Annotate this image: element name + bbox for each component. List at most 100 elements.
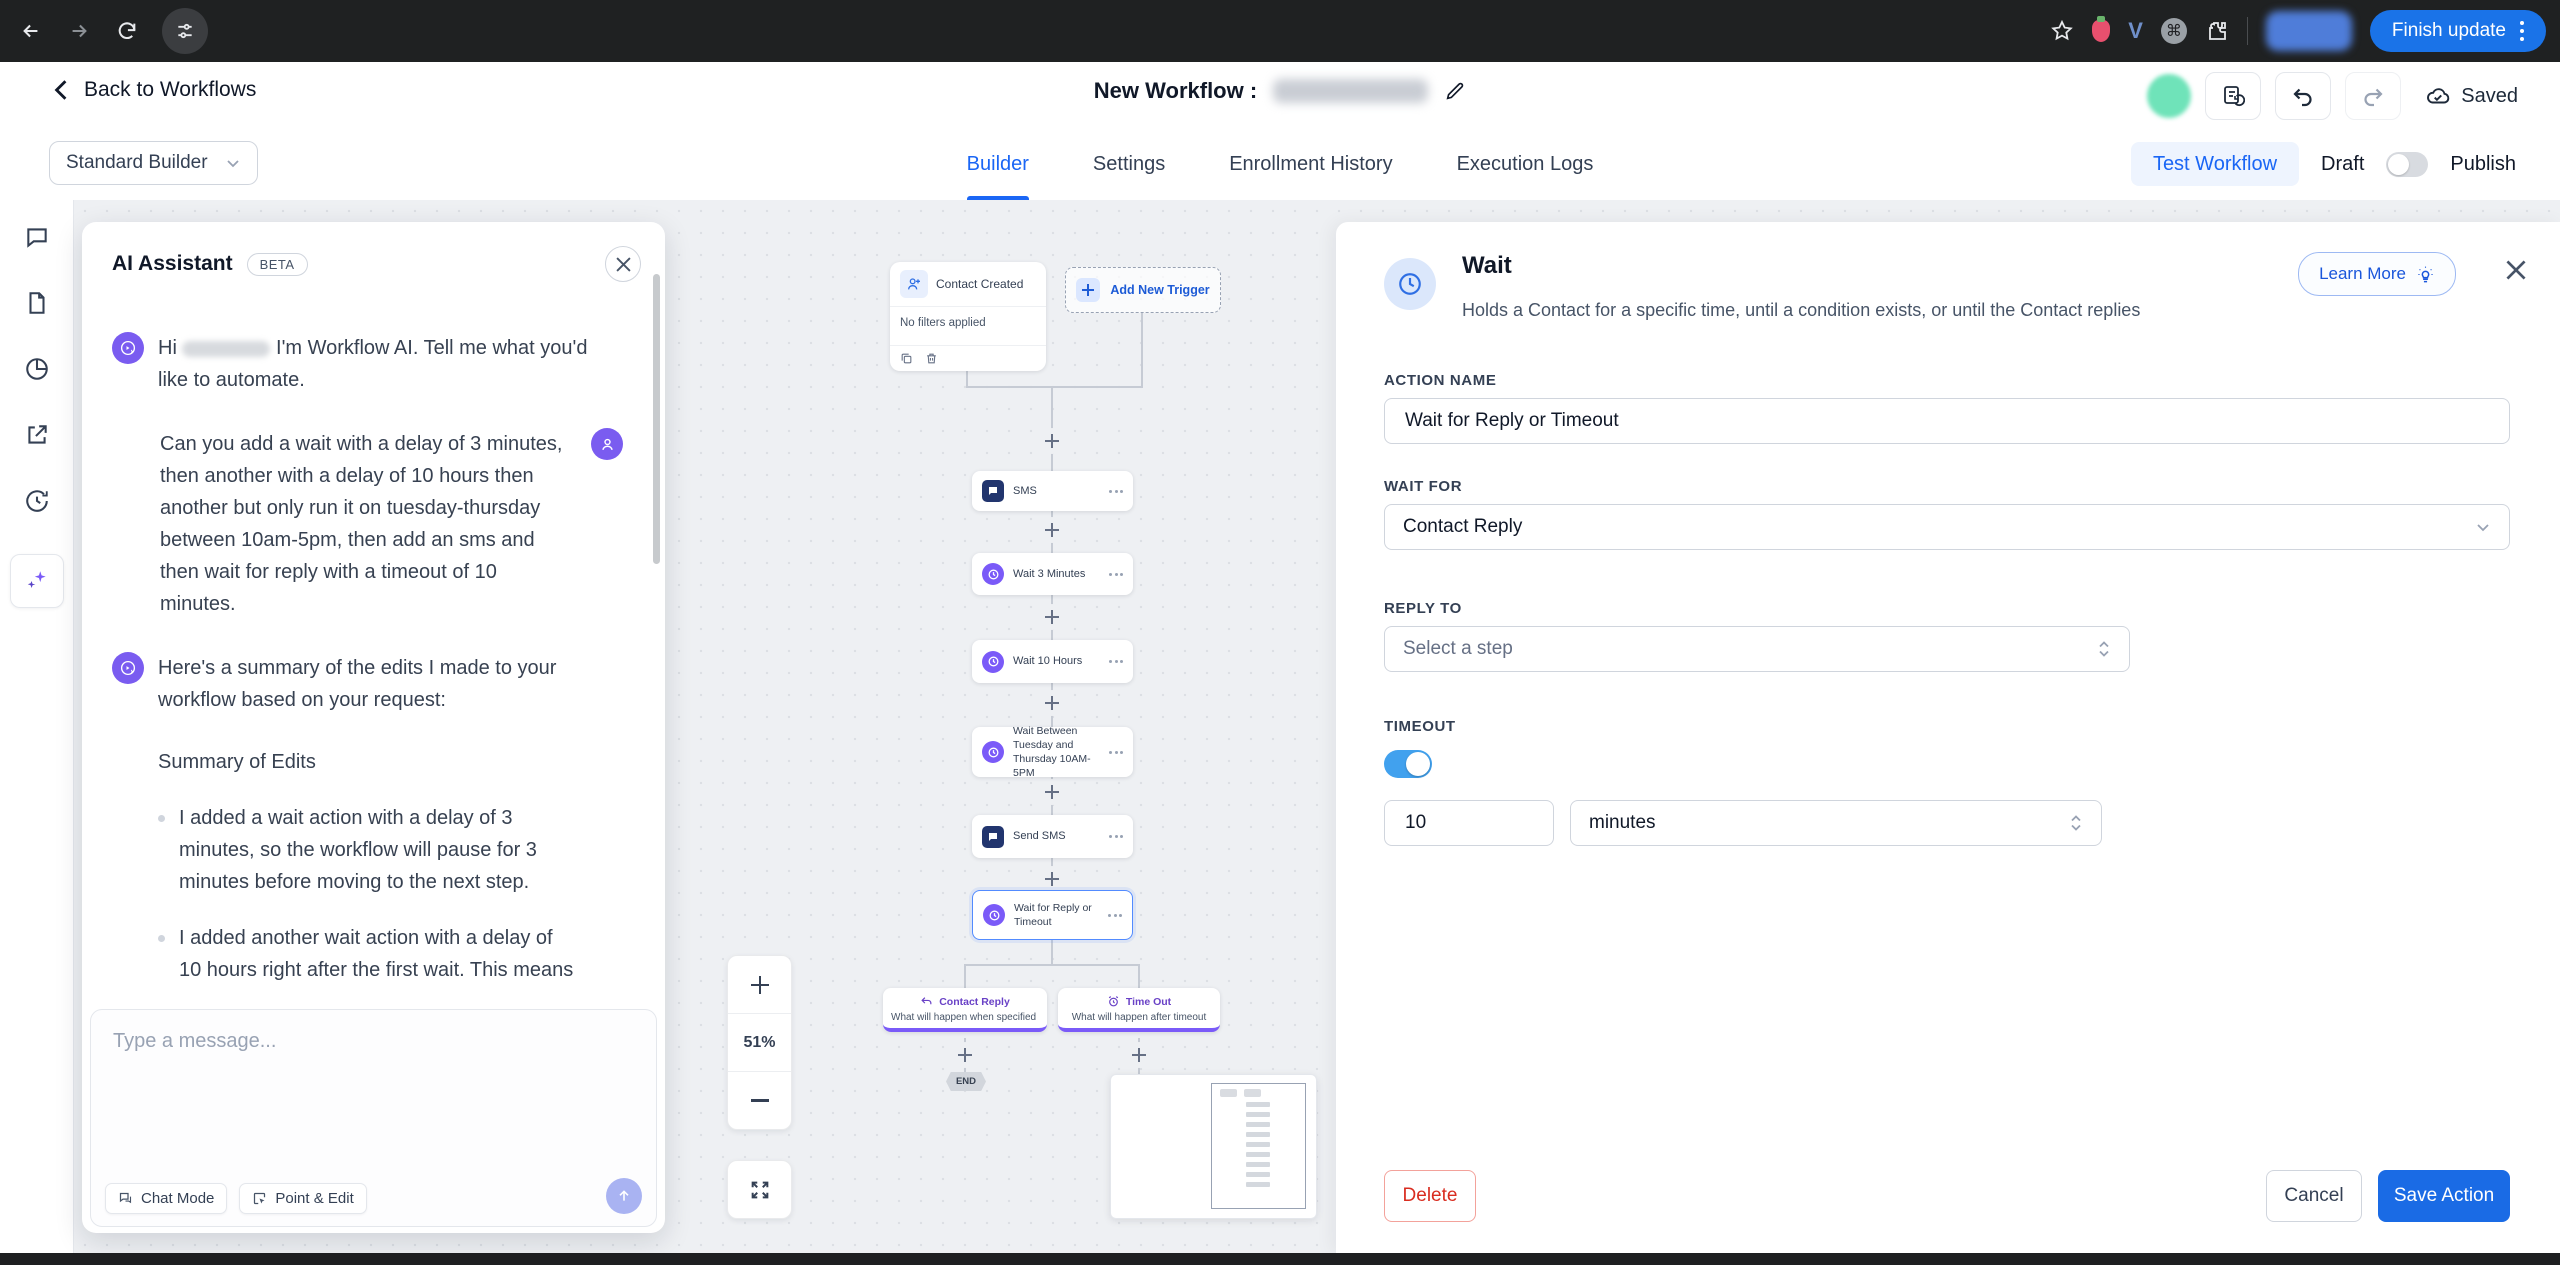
add-step-button[interactable] (1039, 428, 1065, 454)
timeout-toggle[interactable] (1384, 750, 1432, 778)
edit-title-icon[interactable] (1444, 80, 1466, 102)
fit-view-button[interactable] (727, 1160, 792, 1219)
beta-badge: BETA (247, 253, 308, 276)
timeout-unit-select[interactable]: minutes (1570, 800, 2102, 846)
redo-button[interactable] (2345, 72, 2401, 120)
trigger-card-contact-created[interactable]: Contact Created No filters applied (890, 262, 1046, 371)
branch-contact-reply[interactable]: Contact Reply What will happen when spec… (883, 988, 1047, 1032)
node-menu-icon[interactable] (1109, 660, 1123, 663)
send-message-button[interactable] (606, 1178, 642, 1214)
node-menu-icon[interactable] (1109, 835, 1123, 838)
add-step-button[interactable] (952, 1042, 978, 1068)
branch-subtitle: What will happen after timeout (1066, 1012, 1212, 1023)
summary-bullet: I added another wait action with a delay… (158, 922, 578, 980)
add-step-button[interactable] (1039, 517, 1065, 543)
zoom-in-button[interactable] (728, 956, 791, 1013)
stats-pie-icon[interactable] (24, 356, 50, 382)
bookmark-star-icon[interactable] (2050, 19, 2074, 43)
node-label: Send SMS (1013, 829, 1100, 844)
wait-for-select[interactable]: Contact Reply (1384, 504, 2510, 550)
minimap-viewport[interactable] (1211, 1083, 1306, 1209)
tab-settings[interactable]: Settings (1093, 128, 1165, 200)
extensions-puzzle-icon[interactable] (2205, 19, 2229, 43)
arrow-up-icon (616, 1188, 632, 1204)
test-workflow-button[interactable]: Test Workflow (2131, 142, 2299, 186)
extension-v-icon[interactable]: V (2128, 18, 2143, 44)
browser-separator (2247, 17, 2248, 45)
node-menu-icon[interactable] (1109, 573, 1123, 576)
tab-builder[interactable]: Builder (967, 128, 1029, 200)
add-step-button[interactable] (1039, 604, 1065, 630)
reply-to-select[interactable]: Select a step (1384, 626, 2130, 672)
trash-icon[interactable] (925, 352, 938, 365)
workflow-ai-avatar (112, 652, 144, 684)
node-wait-3-minutes[interactable]: Wait 3 Minutes (972, 553, 1133, 595)
chat-input-box: Chat Mode Point & Edit (90, 1009, 657, 1227)
node-sms[interactable]: SMS (972, 471, 1133, 511)
browser-reload-icon[interactable] (116, 20, 138, 42)
history-clock-icon[interactable] (24, 488, 50, 514)
ai-panel-close-button[interactable] (605, 246, 641, 282)
browser-forward-icon[interactable] (68, 20, 90, 42)
publish-toggle[interactable] (2386, 152, 2428, 177)
document-icon[interactable] (24, 290, 50, 316)
summary-bullet: I added a wait action with a delay of 3 … (158, 802, 578, 898)
finish-update-button[interactable]: Finish update (2370, 10, 2546, 52)
learn-more-button[interactable]: Learn More (2298, 252, 2456, 296)
extension-berry-icon[interactable] (2092, 20, 2110, 42)
browser-menu-icon[interactable] (2520, 21, 2524, 41)
timeout-unit-value: minutes (1589, 812, 1656, 834)
chat-mode-chip[interactable]: Chat Mode (105, 1183, 227, 1214)
node-send-sms[interactable]: Send SMS (972, 815, 1133, 858)
node-wait-10-hours[interactable]: Wait 10 Hours (972, 640, 1133, 683)
node-menu-icon[interactable] (1108, 914, 1122, 917)
add-step-button[interactable] (1039, 866, 1065, 892)
node-menu-icon[interactable] (1109, 751, 1123, 754)
wait-icon (982, 741, 1004, 763)
point-edit-chip[interactable]: Point & Edit (239, 1183, 366, 1214)
panel-close-button[interactable] (2506, 260, 2526, 280)
node-label: Wait 3 Minutes (1013, 567, 1100, 582)
node-menu-icon[interactable] (1109, 490, 1123, 493)
node-wait-between-days[interactable]: Wait Between Tuesday and Thursday 10AM-5… (972, 727, 1133, 777)
add-step-button[interactable] (1039, 779, 1065, 805)
external-link-icon[interactable] (24, 422, 50, 448)
greeting-prefix: Hi (158, 337, 177, 359)
undo-button[interactable] (2275, 72, 2331, 120)
tab-enrollment-history[interactable]: Enrollment History (1229, 128, 1392, 200)
timeout-value[interactable] (1403, 811, 1535, 835)
browser-back-icon[interactable] (20, 20, 42, 42)
version-history-button[interactable] (2205, 72, 2261, 120)
browser-tune-icon[interactable] (162, 8, 208, 54)
comments-icon[interactable] (24, 224, 50, 250)
chat-message-input[interactable] (91, 1010, 656, 1160)
chat-scrollbar[interactable] (653, 274, 660, 564)
zoom-out-button[interactable] (728, 1071, 791, 1129)
tab-execution-logs[interactable]: Execution Logs (1457, 128, 1594, 200)
workflow-ai-avatar (112, 332, 144, 364)
end-node: END (946, 1072, 986, 1091)
branch-time-out[interactable]: Time Out What will happen after timeout (1058, 988, 1220, 1032)
delete-button[interactable]: Delete (1384, 1170, 1476, 1222)
cancel-button[interactable]: Cancel (2266, 1170, 2362, 1222)
chat-mode-icon (118, 1191, 133, 1206)
action-name-value[interactable] (1403, 409, 2491, 433)
action-name-input[interactable] (1384, 398, 2510, 444)
avatar[interactable] (2147, 74, 2191, 118)
node-wait-for-reply-or-timeout[interactable]: Wait for Reply or Timeout (972, 890, 1133, 940)
alarm-clock-icon (1107, 995, 1120, 1008)
save-action-button[interactable]: Save Action (2378, 1170, 2510, 1222)
wait-clock-icon (1384, 258, 1436, 310)
add-step-button[interactable] (1039, 690, 1065, 716)
copy-icon[interactable] (900, 352, 913, 365)
add-new-trigger-button[interactable]: Add New Trigger (1065, 267, 1221, 313)
canvas-minimap[interactable] (1110, 1074, 1317, 1219)
timeout-value-input[interactable] (1384, 800, 1554, 846)
browser-profile-chip[interactable] (2266, 11, 2352, 51)
plus-icon (751, 976, 769, 994)
ai-assistant-rail-button[interactable] (10, 554, 64, 608)
extension-command-icon[interactable]: ⌘ (2161, 18, 2187, 44)
add-step-button[interactable] (1126, 1042, 1152, 1068)
left-icon-rail (0, 200, 74, 1253)
draft-label: Draft (2321, 153, 2364, 176)
